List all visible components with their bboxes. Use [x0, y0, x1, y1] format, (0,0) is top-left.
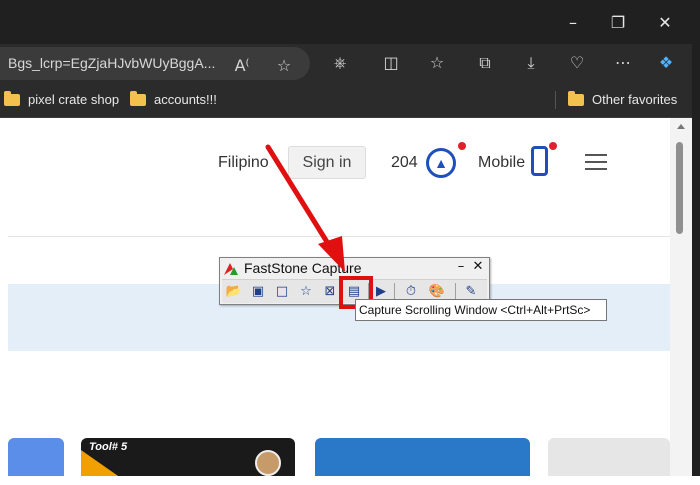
- notification-dot: [549, 142, 557, 150]
- avatar: [255, 450, 281, 476]
- bookmark-label: pixel crate shop: [28, 92, 120, 107]
- thumbnail-stripe: [81, 450, 121, 476]
- extensions-icon[interactable]: ⎈: [328, 52, 352, 74]
- bookmark-accounts[interactable]: accounts!!!: [130, 91, 217, 109]
- health-icon[interactable]: ♡: [565, 52, 589, 74]
- browser-toolbar: Bgs_lcrp=EgZjaHJvbWUyBggA... A⁽ ☆ ⎈ ◫ ☆ …: [0, 44, 700, 82]
- more-icon[interactable]: ⋯: [611, 52, 635, 74]
- thumbnail-card[interactable]: [548, 438, 670, 476]
- bookmark-other-favorites[interactable]: Other favorites: [568, 91, 677, 109]
- faststone-minimize-icon[interactable]: –: [454, 259, 468, 275]
- favorite-star-icon[interactable]: ☆: [272, 55, 296, 77]
- window-edge: [692, 0, 700, 485]
- capture-fullscreen-icon[interactable]: ⊠: [321, 283, 339, 301]
- capture-freehand-icon[interactable]: ☆: [297, 283, 315, 301]
- trophy-icon[interactable]: ▲: [426, 148, 456, 178]
- window-bottom: [0, 476, 700, 485]
- bookmark-label: Other favorites: [592, 92, 678, 107]
- page-scrollbar[interactable]: [670, 118, 692, 476]
- mobile-phone-icon[interactable]: [531, 146, 548, 176]
- collections-icon[interactable]: ⧉: [473, 52, 497, 74]
- screenshot-frame: – ❐ ✕ Bgs_lcrp=EgZjaHJvbWUyBggA... A⁽ ☆ …: [0, 0, 700, 485]
- read-aloud-icon[interactable]: A⁽: [230, 55, 254, 77]
- folder-icon: [4, 91, 20, 106]
- points-count: 204: [391, 154, 418, 171]
- capture-rectangle-icon[interactable]: □: [273, 283, 291, 301]
- notification-dot: [458, 142, 466, 150]
- thumbnail-card[interactable]: [315, 438, 530, 476]
- thumbnail-card[interactable]: [8, 438, 64, 476]
- capture-window-icon[interactable]: ▣: [249, 283, 267, 301]
- open-icon[interactable]: 📂: [225, 283, 243, 301]
- language-link[interactable]: Filipino: [218, 154, 269, 172]
- split-screen-icon[interactable]: ◫: [379, 52, 403, 74]
- address-bar[interactable]: Bgs_lcrp=EgZjaHJvbWUyBggA... A⁽ ☆: [0, 47, 310, 80]
- favorites-icon[interactable]: ☆: [425, 52, 449, 74]
- minimize-icon[interactable]: –: [558, 10, 588, 36]
- bookmark-pixel-crate-shop[interactable]: pixel crate shop: [4, 91, 119, 109]
- downloads-icon[interactable]: ⤓: [519, 52, 543, 74]
- faststone-title: FastStone Capture: [244, 260, 362, 276]
- mobile-link[interactable]: Mobile: [478, 154, 525, 172]
- faststone-logo-icon: [224, 263, 238, 275]
- scroll-up-arrow-icon[interactable]: [677, 124, 685, 129]
- copilot-icon[interactable]: ❖: [654, 52, 678, 74]
- faststone-close-icon[interactable]: ✕: [471, 259, 485, 275]
- scroll-thumb[interactable]: [676, 142, 683, 234]
- title-bar: – ❐ ✕: [0, 0, 700, 44]
- capture-scrolling-tooltip: Capture Scrolling Window <Ctrl+Alt+PrtSc…: [355, 299, 607, 321]
- address-text: Bgs_lcrp=EgZjaHJvbWUyBggA...: [8, 55, 216, 71]
- close-icon[interactable]: ✕: [650, 10, 680, 36]
- bookmarks-bar: pixel crate shop accounts!!! Other favor…: [0, 82, 700, 118]
- header-divider: [8, 236, 670, 237]
- folder-icon: [568, 91, 584, 106]
- thumbnail-card[interactable]: Tool# 5: [81, 438, 295, 476]
- hamburger-menu-icon[interactable]: [585, 154, 607, 156]
- sign-in-button[interactable]: Sign in: [288, 146, 366, 179]
- bookmark-label: accounts!!!: [154, 92, 217, 107]
- restore-icon[interactable]: ❐: [603, 10, 633, 36]
- bookmarks-divider: [555, 91, 556, 109]
- folder-icon: [130, 91, 146, 106]
